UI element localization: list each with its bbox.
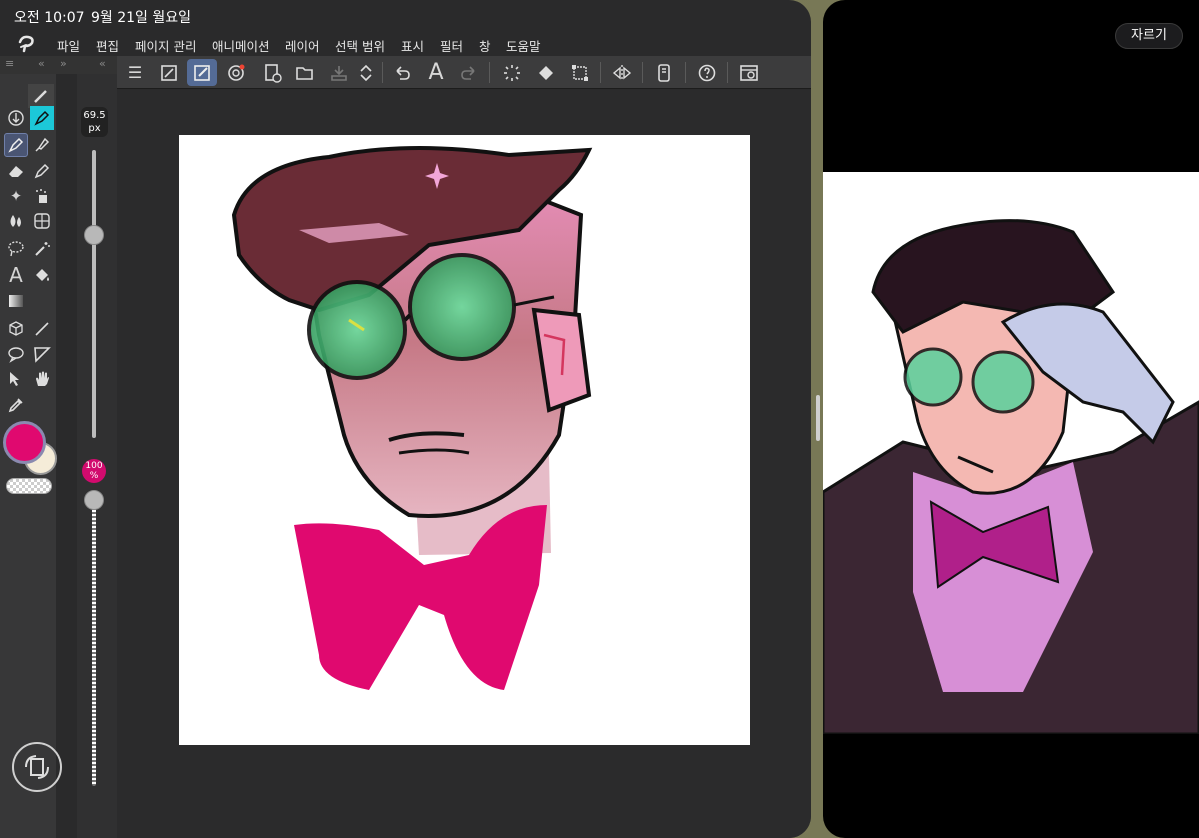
loading-icon[interactable] (497, 59, 527, 86)
expand-icon[interactable]: » (60, 57, 67, 75)
brush-size-value: 69.5 (83, 110, 106, 121)
device-icon[interactable] (649, 59, 679, 86)
airbrush-icon[interactable] (30, 184, 54, 208)
separator (489, 62, 490, 83)
split-view-divider[interactable] (816, 395, 820, 441)
fit-icon[interactable] (154, 59, 184, 86)
status-bar: 오전 10:07 9월 21일 월요일 (0, 0, 811, 32)
opacity-slider[interactable] (92, 490, 96, 786)
open-icon[interactable] (290, 59, 320, 86)
transparent-color-swatch[interactable] (6, 478, 52, 494)
magic-wand-icon[interactable] (30, 237, 54, 261)
undo-icon[interactable] (387, 59, 417, 86)
opacity-value: 100 (85, 461, 103, 471)
new-canvas-icon[interactable] (257, 59, 287, 86)
text-tool-icon[interactable]: A (4, 263, 28, 287)
record-icon[interactable] (221, 59, 251, 86)
menu-icon[interactable]: ☰ (120, 59, 150, 86)
menu-edit[interactable]: 편집 (96, 36, 119, 55)
line-icon[interactable] (30, 317, 54, 341)
transform-icon[interactable] (565, 59, 595, 86)
blend-icon[interactable] (4, 209, 28, 233)
sparkle-icon[interactable]: ✦ (4, 184, 28, 208)
brush-size-slider[interactable] (92, 150, 96, 438)
frame-border-icon[interactable] (30, 342, 54, 366)
updown-icon[interactable] (351, 59, 381, 86)
save-icon[interactable] (324, 59, 354, 86)
brush-size-badge: 69.5 px (81, 107, 108, 137)
grid-globe-icon[interactable] (30, 209, 54, 233)
transform-round-button[interactable] (12, 742, 62, 792)
artwork-drawing (231, 146, 593, 690)
main-color-swatch[interactable] (3, 421, 46, 464)
pen-tool-icon[interactable] (4, 133, 28, 157)
rotate-canvas-icon (25, 755, 49, 779)
menu-animation[interactable]: 애니메이션 (212, 36, 270, 55)
move-down-icon[interactable] (4, 106, 28, 130)
3d-cube-icon[interactable] (4, 317, 28, 341)
collapse-left-icon[interactable]: « (38, 57, 45, 75)
brush-edit-icon[interactable] (187, 59, 217, 86)
settings-icon[interactable] (734, 59, 764, 86)
hand-icon[interactable] (30, 367, 54, 391)
separator (382, 62, 383, 83)
app-logo-icon[interactable] (16, 34, 38, 54)
pencil-icon[interactable] (30, 159, 54, 183)
opacity-badge: 100 % (82, 459, 106, 483)
object-select-icon[interactable] (4, 367, 28, 391)
bucket-icon[interactable] (30, 263, 54, 287)
menu-window[interactable]: 창 (479, 36, 491, 55)
marker-icon[interactable] (30, 133, 54, 157)
separator (642, 62, 643, 83)
reference-artwork (823, 219, 1199, 734)
menu-page[interactable]: 페이지 관리 (135, 36, 196, 55)
redo-icon[interactable] (454, 59, 484, 86)
balloon-icon[interactable] (4, 342, 28, 366)
crop-button[interactable]: 자르기 (1115, 23, 1183, 49)
lasso-icon[interactable] (4, 237, 28, 261)
menu-bar: 파일 편집 페이지 관리 애니메이션 레이어 선택 범위 표시 필터 창 도움말 (0, 32, 811, 56)
fill-icon[interactable] (531, 59, 561, 86)
opacity-unit: % (89, 471, 99, 481)
opacity-knob[interactable] (84, 490, 104, 510)
subtool-palette (77, 74, 117, 838)
menu-file[interactable]: 파일 (57, 36, 80, 55)
status-time: 오전 10:07 (14, 10, 85, 26)
collapse-subtool-icon[interactable]: « (99, 57, 106, 75)
reference-image (823, 172, 1199, 734)
gradient-icon[interactable] (4, 289, 28, 313)
separator (727, 62, 728, 83)
eyedropper-icon[interactable] (4, 393, 28, 417)
brush-size-unit: px (88, 123, 101, 134)
status-date: 9월 21일 월요일 (91, 10, 192, 26)
separator (600, 62, 601, 83)
tool-menu-icon[interactable]: ≡ (5, 57, 14, 75)
menu-layer[interactable]: 레이어 (285, 36, 320, 55)
drawing-canvas[interactable] (179, 135, 750, 745)
help-icon[interactable] (692, 59, 722, 86)
menu-help[interactable]: 도움말 (506, 36, 541, 55)
menu-view[interactable]: 표시 (401, 36, 424, 55)
menu-filter[interactable]: 필터 (440, 36, 463, 55)
menu-selection[interactable]: 선택 범위 (335, 36, 385, 55)
eraser-icon[interactable] (4, 159, 28, 183)
command-bar: ☰ A (117, 56, 811, 89)
separator (685, 62, 686, 83)
pen-cyan-icon[interactable] (30, 106, 54, 130)
clip-studio-window: 오전 10:07 9월 21일 월요일 파일 편집 페이지 관리 애니메이션 레… (0, 0, 811, 838)
pen-tab-icon[interactable] (28, 84, 54, 108)
brush-size-knob[interactable] (84, 225, 104, 246)
text-icon[interactable]: A (421, 59, 451, 86)
flip-icon[interactable] (607, 59, 637, 86)
